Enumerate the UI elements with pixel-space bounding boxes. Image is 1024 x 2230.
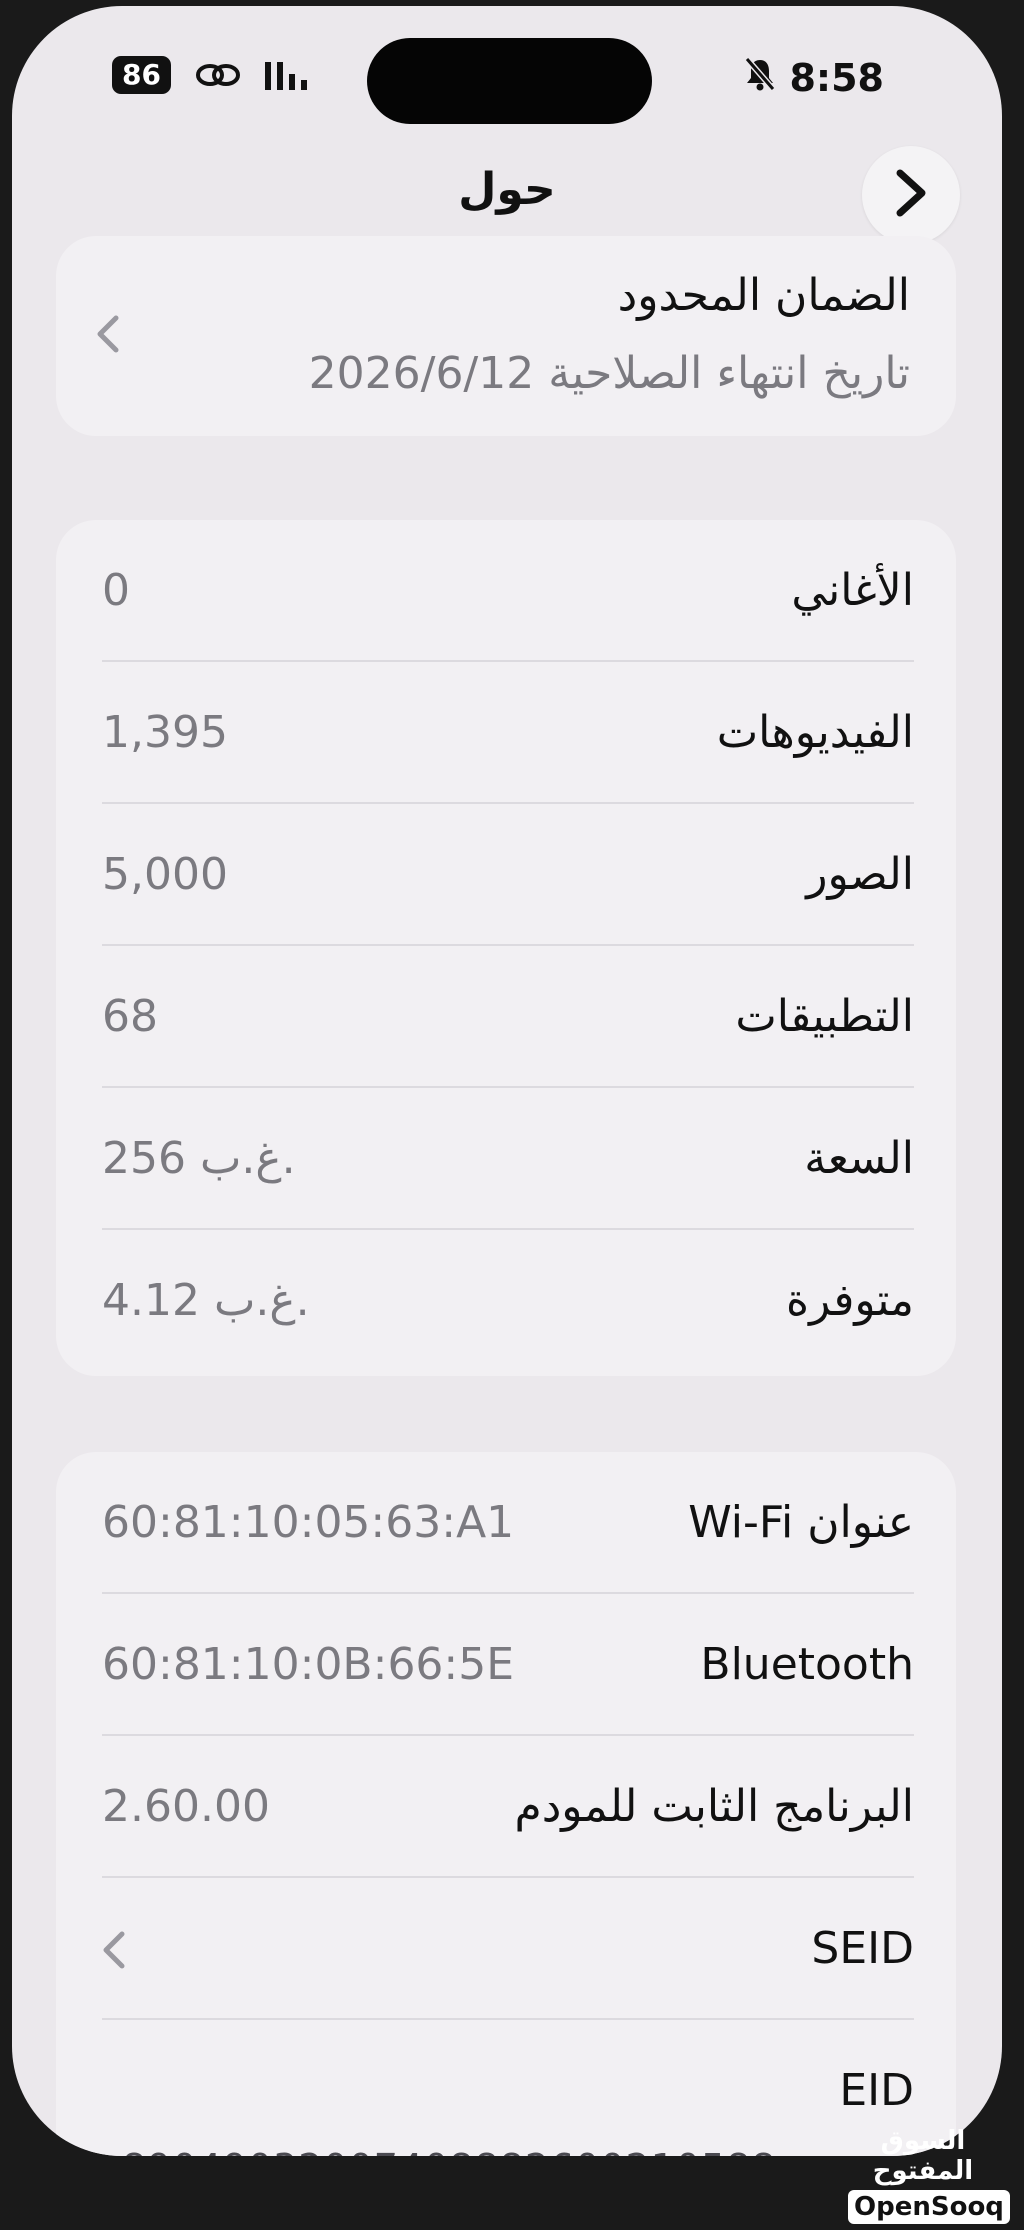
opensooq-watermark: السوق المفتوح OpenSooq	[848, 2126, 1010, 2224]
row-label: Bluetooth	[700, 1639, 914, 1690]
row-value: 1,395	[102, 707, 228, 758]
row-value: 60:81:10:0B:66:5E	[102, 1639, 515, 1690]
bell-slash-icon	[745, 56, 776, 100]
eid-value: 89049032007408882600210588	[122, 2146, 777, 2156]
warranty-title: الضمان المحدود	[617, 270, 910, 321]
row-songs: الأغاني 0	[102, 520, 914, 662]
settings-screen: 86 8:58 حول الضمان المحدود تاريخ انتهاء …	[12, 6, 1002, 2156]
row-seid[interactable]: SEID	[102, 1878, 914, 2020]
row-photos: الصور 5,000	[102, 804, 914, 946]
limited-warranty-row[interactable]: الضمان المحدود تاريخ انتهاء الصلاحية 202…	[56, 236, 956, 436]
row-capacity: السعة 256 غ.ب.	[102, 1088, 914, 1230]
row-label: متوفرة	[786, 1275, 914, 1326]
stats-group: الأغاني 0 الفيديوهات 1,395 الصور 5,000 ا…	[56, 520, 956, 1376]
chevron-left-icon	[102, 1930, 126, 1974]
row-applications: التطبيقات 68	[102, 946, 914, 1088]
row-value: 0	[102, 565, 130, 616]
row-value: 4.12 غ.ب.	[102, 1275, 310, 1326]
status-right: 8:58	[745, 56, 884, 100]
row-label: SEID	[811, 1923, 914, 1974]
network-group: عنوان Wi-Fi 60:81:10:05:63:A1 Bluetooth …	[56, 1452, 956, 2156]
row-value: 2.60.00	[102, 1781, 270, 1832]
row-label: الفيديوهات	[716, 707, 914, 758]
battery-icon: 86	[112, 56, 171, 94]
row-label: الصور	[806, 849, 914, 900]
status-time: 8:58	[789, 56, 884, 100]
row-label: الأغاني	[791, 565, 914, 616]
row-label: عنوان Wi-Fi	[688, 1497, 914, 1548]
row-value: 256 غ.ب.	[102, 1133, 296, 1184]
row-available: متوفرة 4.12 غ.ب.	[102, 1230, 914, 1372]
row-value: 60:81:10:05:63:A1	[102, 1497, 515, 1548]
watermark-english: OpenSooq	[848, 2190, 1010, 2224]
row-bluetooth: Bluetooth 60:81:10:0B:66:5E	[102, 1594, 914, 1736]
chevron-left-icon	[96, 314, 120, 358]
signal-icon	[264, 60, 313, 90]
row-wifi-address: عنوان Wi-Fi 60:81:10:05:63:A1	[102, 1452, 914, 1594]
status-left: 86	[112, 56, 313, 94]
row-modem-firmware: البرنامج الثابت للمودم 2.60.00	[102, 1736, 914, 1878]
row-eid: EID	[102, 2020, 914, 2156]
page-title: حول	[458, 164, 556, 215]
row-value: 5,000	[102, 849, 228, 900]
status-bar: 86 8:58	[12, 6, 1002, 146]
row-label: البرنامج الثابت للمودم	[514, 1781, 914, 1832]
warranty-expiry: تاريخ انتهاء الصلاحية 2026/6/12	[308, 348, 910, 399]
watermark-arabic: السوق المفتوح	[872, 2126, 974, 2186]
row-value: 68	[102, 991, 158, 1042]
link-icon	[195, 60, 241, 90]
row-videos: الفيديوهات 1,395	[102, 662, 914, 804]
dynamic-island	[367, 38, 652, 124]
row-label: التطبيقات	[735, 991, 914, 1042]
row-label: السعة	[804, 1133, 914, 1184]
